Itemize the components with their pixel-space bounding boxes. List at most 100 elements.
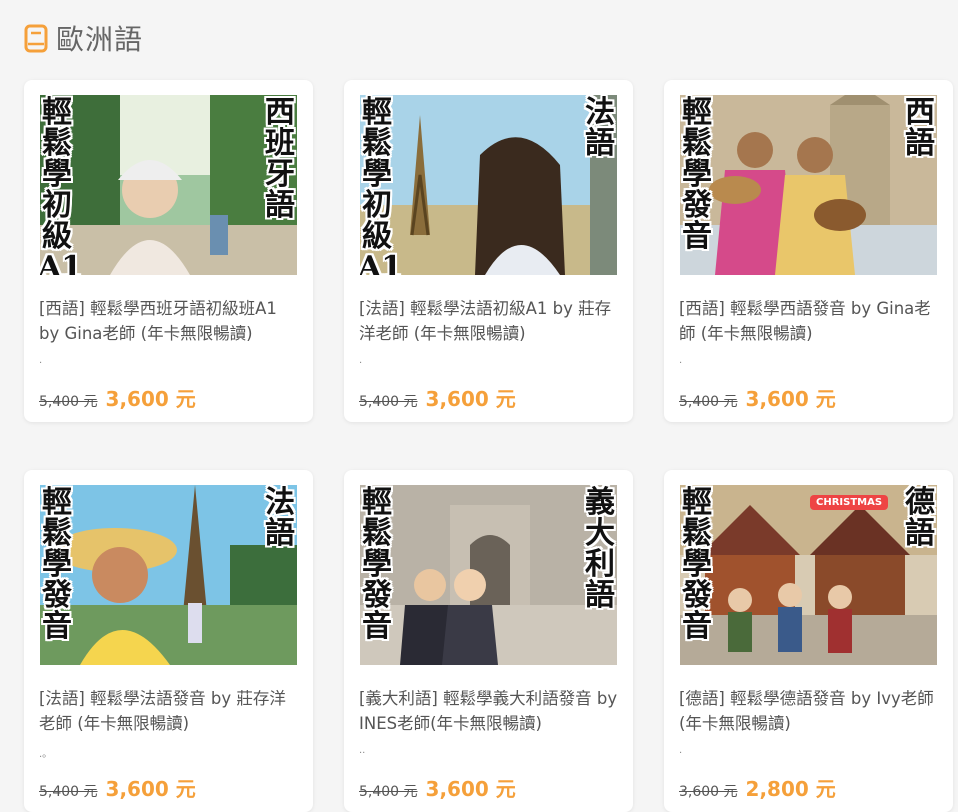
sale-price: 2,800 元 (745, 777, 836, 801)
course-title[interactable]: [法語] 輕鬆學法語發音 by 莊存洋老師 (年卡無限暢讀) (39, 686, 301, 736)
cover-char: 語 (905, 126, 935, 161)
cover-char: 鬆 (682, 516, 712, 551)
cover-char: 學 (42, 547, 72, 582)
course-description: .. (359, 745, 366, 756)
section-header: 歐洲語 (24, 18, 143, 58)
cover-char: 學 (682, 157, 712, 192)
section-title: 歐洲語 (56, 23, 144, 56)
cover-char: 輕 (42, 485, 72, 520)
cover-char: 輕 (362, 95, 392, 130)
cover-title-right: 西語 (901, 97, 937, 159)
cover-char: 利 (585, 547, 615, 582)
course-card[interactable]: 輕鬆學發音 西語 [西語] 輕鬆學西語發音 by Gina老師 (年卡無限暢讀)… (664, 80, 953, 422)
cover-title-right: 德語 (901, 487, 937, 549)
course-description: . (679, 355, 683, 366)
cover-char: 學 (362, 157, 392, 192)
cover-char: 德 (905, 485, 935, 520)
cover-title-right: 法語 (261, 487, 297, 549)
cover-title-left: 輕鬆學初級 A1 (40, 95, 83, 275)
cover-char: 語 (905, 516, 935, 551)
cover-char: 學 (682, 547, 712, 582)
cover-char: 發 (42, 578, 72, 613)
cover-title-left: 輕鬆學初級 A1 (360, 95, 403, 275)
sale-price: 3,600 元 (745, 387, 836, 411)
course-card[interactable]: 輕鬆學發音 義大利語 [義大利語] 輕鬆學義大利語發音 by INES老師(年卡… (344, 470, 633, 812)
cover-char: 發 (682, 578, 712, 613)
cover-char: 輕 (682, 485, 712, 520)
cover-char: 班 (265, 126, 295, 161)
cover-illustration (40, 485, 297, 665)
scene-sign: CHRISTMAS (810, 495, 889, 510)
course-thumbnail[interactable]: 輕鬆學初級 A1 西班牙語 (40, 95, 297, 275)
course-card[interactable]: 輕鬆學發音 法語 [法語] 輕鬆學法語發音 by 莊存洋老師 (年卡無限暢讀) … (24, 470, 313, 812)
book-icon (24, 24, 48, 53)
price-row: 5,400 元 3,600 元 (39, 383, 196, 412)
course-thumbnail[interactable]: 輕鬆學發音 西語 (680, 95, 937, 275)
sale-price: 3,600 元 (105, 777, 196, 801)
course-title[interactable]: [西語] 輕鬆學西班牙語初級班A1 by Gina老師 (年卡無限暢讀) (39, 296, 301, 346)
cover-char: 鬆 (362, 516, 392, 551)
original-price: 5,400 元 (679, 394, 738, 410)
price-row: 5,400 元 3,600 元 (359, 773, 516, 802)
cover-char: A1 (360, 250, 403, 275)
course-thumbnail[interactable]: 輕鬆學初級 A1 法語 (360, 95, 617, 275)
course-title[interactable]: [德語] 輕鬆學德語發音 by Ivy老師 (年卡無限暢讀) (679, 686, 941, 736)
sale-price: 3,600 元 (425, 777, 516, 801)
original-price: 3,600 元 (679, 784, 738, 800)
cover-char: 鬆 (682, 126, 712, 161)
cover-char: 級 (362, 219, 392, 254)
cover-char: 音 (682, 609, 712, 644)
original-price: 5,400 元 (39, 394, 98, 410)
cover-title-left: 輕鬆學發音 (680, 487, 716, 642)
cover-char: 鬆 (362, 126, 392, 161)
cover-char: 輕 (42, 95, 72, 130)
cover-char: 西 (265, 95, 295, 130)
course-thumbnail[interactable]: 輕鬆學發音 義大利語 (360, 485, 617, 665)
cover-char: A1 (40, 250, 83, 275)
cover-char: 語 (265, 188, 295, 223)
cover-char: 初 (362, 188, 392, 223)
cover-char: 西 (905, 95, 935, 130)
cover-title-right: 西班牙語 (261, 97, 297, 221)
course-description: . (679, 745, 683, 756)
cover-char: 學 (362, 547, 392, 582)
cover-char: 音 (682, 219, 712, 254)
cover-char: 大 (585, 516, 615, 551)
cover-illustration (40, 95, 297, 275)
cover-char: 鬆 (42, 516, 72, 551)
original-price: 5,400 元 (359, 784, 418, 800)
cover-char: 輕 (362, 485, 392, 520)
course-card[interactable]: CHRISTMAS 輕鬆學發音 德語 [德語] 輕鬆學德語發音 by Ivy老師… (664, 470, 953, 812)
course-description: . (359, 355, 363, 366)
cover-char: 輕 (682, 95, 712, 130)
cover-char: 語 (585, 126, 615, 161)
cover-char: 級 (42, 219, 72, 254)
price-row: 5,400 元 3,600 元 (359, 383, 516, 412)
course-thumbnail[interactable]: CHRISTMAS 輕鬆學發音 德語 (680, 485, 937, 665)
cover-char: 法 (265, 485, 295, 520)
course-thumbnail[interactable]: 輕鬆學發音 法語 (40, 485, 297, 665)
course-title[interactable]: [西語] 輕鬆學西語發音 by Gina老師 (年卡無限暢讀) (679, 296, 941, 346)
course-title[interactable]: [義大利語] 輕鬆學義大利語發音 by INES老師(年卡無限暢讀) (359, 686, 621, 736)
course-card[interactable]: 輕鬆學初級 A1 法語 [法語] 輕鬆學法語初級A1 by 莊存洋老師 (年卡無限… (344, 80, 633, 422)
course-description: . (39, 355, 43, 366)
cover-illustration (680, 485, 937, 665)
course-title[interactable]: [法語] 輕鬆學法語初級A1 by 莊存洋老師 (年卡無限暢讀) (359, 296, 621, 346)
cover-illustration (680, 95, 937, 275)
cover-char: 法 (585, 95, 615, 130)
cover-char: 語 (585, 578, 615, 613)
course-description: .。 (39, 749, 53, 760)
course-card[interactable]: 輕鬆學初級 A1 西班牙語 [西語] 輕鬆學西班牙語初級班A1 by Gina老師… (24, 80, 313, 422)
price-row: 5,400 元 3,600 元 (39, 773, 196, 802)
cover-illustration (360, 95, 617, 275)
cover-illustration (360, 485, 617, 665)
cover-char: 語 (265, 516, 295, 551)
price-row: 3,600 元 2,800 元 (679, 773, 836, 802)
price-row: 5,400 元 3,600 元 (679, 383, 836, 412)
cover-title-right: 義大利語 (581, 487, 617, 611)
cover-title-left: 輕鬆學發音 (680, 97, 716, 252)
cover-char: 牙 (265, 157, 295, 192)
cover-char: 發 (682, 188, 712, 223)
sale-price: 3,600 元 (425, 387, 516, 411)
cover-char: 鬆 (42, 126, 72, 161)
